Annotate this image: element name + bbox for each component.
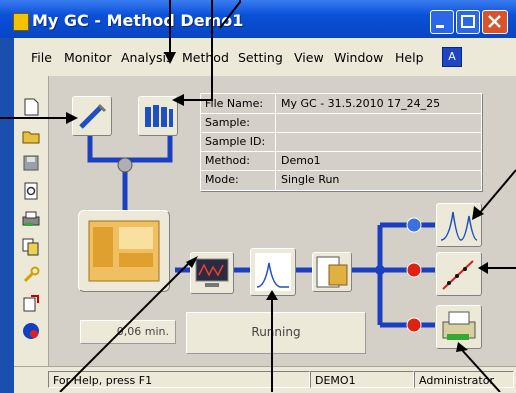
info-label: Sample: [205, 116, 250, 129]
calculator-report-button[interactable] [312, 252, 352, 292]
row-divider [201, 113, 481, 114]
status-bar: For Help, press F1 DEMO1 Administrator [14, 366, 516, 393]
gc-oven-button[interactable] [78, 210, 170, 292]
info-divider [275, 94, 276, 190]
chromatogram-button[interactable] [250, 248, 296, 296]
calculator-report-icon [316, 256, 348, 288]
run-time-display: 0,06 min. [80, 320, 176, 344]
calibration-icon [442, 260, 474, 290]
info-value: Single Run [281, 173, 340, 186]
row-divider [201, 151, 481, 152]
info-label: Sample ID: [205, 135, 266, 148]
run-status-display: Running [186, 312, 366, 354]
overlay-chromatogram-button[interactable] [436, 203, 482, 247]
info-value: Demo1 [281, 154, 321, 167]
vials-button[interactable] [138, 96, 178, 136]
info-label: Mode: [205, 173, 239, 186]
printer-icon [442, 311, 476, 340]
gc-oven-icon [88, 220, 160, 282]
status-user: Administrator [414, 371, 514, 388]
printer-button[interactable] [436, 305, 482, 349]
info-value: My GC - 31.5.2010 17_24_25 [281, 97, 441, 110]
row-divider [201, 132, 481, 133]
run-info-panel: File Name: My GC - 31.5.2010 17_24_25 Sa… [200, 93, 482, 191]
row-divider [201, 170, 481, 171]
detector-signal-button[interactable] [190, 252, 234, 294]
overlay-chromatogram-icon [440, 211, 478, 241]
info-label: Method: [205, 154, 250, 167]
status-hint: For Help, press F1 [48, 371, 310, 388]
chromatogram-icon [255, 253, 291, 291]
vials-icon [145, 105, 173, 127]
autosampler-button[interactable] [72, 96, 112, 136]
autosampler-icon [79, 103, 107, 129]
calibration-button[interactable] [436, 252, 482, 296]
status-method: DEMO1 [310, 371, 414, 388]
info-label: File Name: [205, 97, 264, 110]
detector-signal-icon [195, 258, 229, 287]
